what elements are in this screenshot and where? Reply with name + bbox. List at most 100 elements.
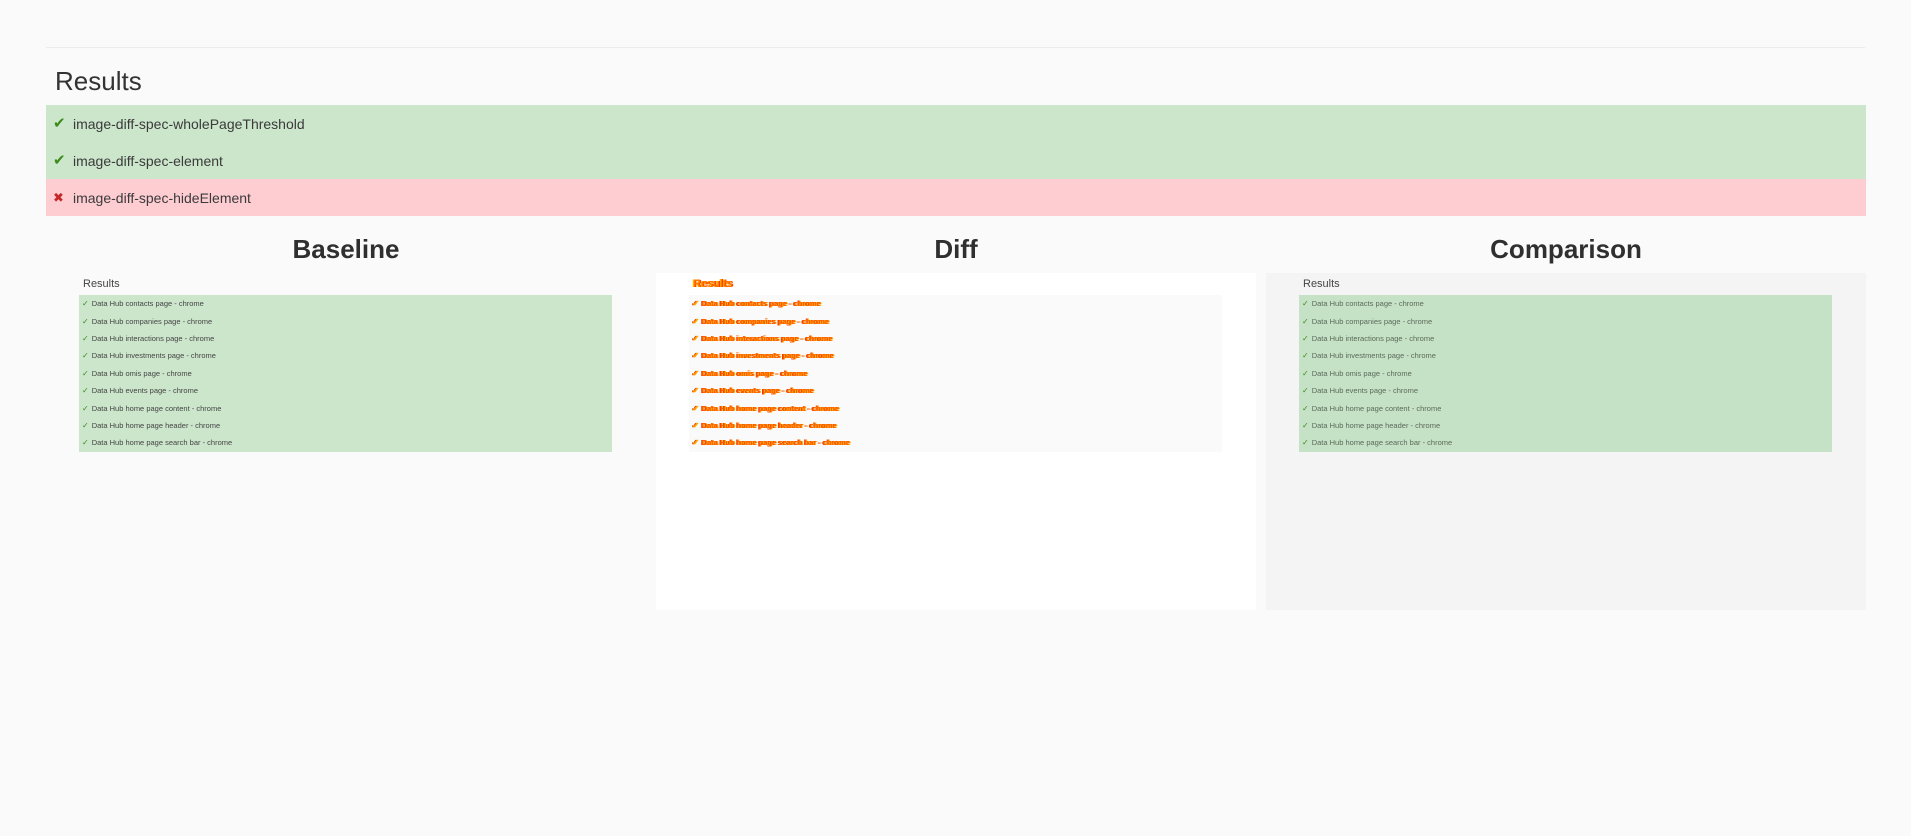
list-item-label: Data Hub companies page - chrome — [91, 316, 213, 326]
list-item: ✓ Data Hub home page header - chrome — [1299, 416, 1832, 435]
list-item: ✓ Data Hub omis page - chrome — [1299, 364, 1832, 382]
comparison-heading: Comparison — [1490, 234, 1642, 264]
check-icon: ✓ — [692, 316, 699, 326]
list-item: ✓ Data Hub contacts page - chrome — [79, 295, 612, 313]
snapshot-title: Results — [693, 278, 733, 290]
snapshot-title: Results — [83, 278, 120, 290]
list-item: ✓ Data Hub interactions page - chrome — [1299, 329, 1832, 348]
check-icon: ✓ — [82, 420, 89, 430]
top-divider — [46, 47, 1865, 48]
list-item: ✓ Data Hub events page - chrome — [689, 381, 1222, 400]
check-icon: ✓ — [692, 386, 699, 396]
result-label: image-diff-spec-element — [73, 152, 223, 169]
list-item: ✓ Data Hub home page content - chrome — [1299, 399, 1832, 417]
list-item: ✓ Data Hub home page header - chrome — [689, 416, 1222, 435]
check-icon: ✓ — [82, 333, 89, 343]
list-item-label: Data Hub home page search bar - chrome — [1311, 438, 1453, 448]
list-item: ✓ Data Hub home page content - chrome — [689, 399, 1222, 417]
check-icon: ✓ — [692, 299, 699, 309]
snapshot-list: ✓ Data Hub contacts page - chrome ✓ Data H… — [1299, 295, 1832, 452]
check-icon: ✓ — [82, 438, 89, 448]
diff-image[interactable]: Results ✓ Data Hub contacts page - chrome… — [656, 273, 1256, 610]
check-icon: ✔ — [53, 115, 66, 132]
cross-icon: ✖ — [53, 190, 64, 205]
list-item-label: Data Hub investments page - chrome — [91, 351, 216, 361]
results-list: ✔ image-diff-spec-wholePageThreshold ✔ i… — [46, 105, 1866, 216]
list-item: ✓ Data Hub contacts page - chrome — [689, 295, 1222, 313]
check-icon: ✓ — [692, 333, 699, 343]
check-icon: ✓ — [692, 403, 699, 413]
list-item-label: Data Hub contacts page - chrome — [701, 299, 821, 309]
result-label: image-diff-spec-hideElement — [73, 189, 251, 206]
list-item: ✓ Data Hub events page - chrome — [1299, 381, 1832, 400]
result-item-wholepagethreshold[interactable]: ✔ image-diff-spec-wholePageThreshold — [46, 105, 1866, 142]
check-icon: ✓ — [1302, 420, 1309, 430]
check-icon: ✓ — [82, 351, 89, 361]
check-icon: ✔ — [53, 152, 66, 169]
result-item-hideelement[interactable]: ✖ image-diff-spec-hideElement — [46, 179, 1866, 216]
list-item-label: Data Hub home page content - chrome — [701, 403, 840, 413]
list-item: ✓ Data Hub investments page - chrome — [689, 347, 1222, 365]
snapshot-list: ✓ Data Hub contacts page - chrome ✓ Data H… — [79, 295, 612, 452]
check-icon: ✓ — [1302, 403, 1309, 413]
list-item-label: Data Hub omis page - chrome — [91, 368, 192, 378]
check-icon: ✓ — [82, 403, 89, 413]
list-item-label: Data Hub home page search bar - chrome — [91, 438, 233, 448]
list-item-label: Data Hub home page header - chrome — [91, 420, 221, 430]
check-icon: ✓ — [82, 299, 89, 309]
comparison-image[interactable]: Results ✓ Data Hub contacts page - chrome… — [1266, 273, 1866, 610]
check-icon: ✓ — [692, 420, 699, 430]
list-item-label: Data Hub events page - chrome — [701, 386, 814, 396]
result-item-element[interactable]: ✔ image-diff-spec-element — [46, 142, 1866, 179]
check-icon: ✓ — [82, 316, 89, 326]
list-item: ✓ Data Hub companies page - chrome — [1299, 312, 1832, 330]
check-icon: ✓ — [1302, 386, 1309, 396]
list-item: ✓ Data Hub home page header - chrome — [79, 416, 612, 435]
diff-heading: Diff — [934, 234, 978, 264]
list-item: ✓ Data Hub home page search bar - chrome — [79, 434, 612, 452]
check-icon: ✓ — [1302, 299, 1309, 309]
check-icon: ✓ — [1302, 438, 1309, 448]
check-icon: ✓ — [692, 368, 699, 378]
snapshot-list: ✓ Data Hub contacts page - chrome ✓ Data H… — [689, 295, 1222, 452]
check-icon: ✓ — [692, 351, 699, 361]
list-item-label: Data Hub home page header - chrome — [1311, 420, 1441, 430]
list-item: ✓ Data Hub companies page - chrome — [689, 312, 1222, 330]
list-item-label: Data Hub omis page - chrome — [701, 368, 808, 378]
list-item-label: Data Hub home page header - chrome — [701, 420, 837, 430]
check-icon: ✓ — [692, 438, 699, 448]
baseline-image[interactable]: Results ✓ Data Hub contacts page - chrome… — [46, 273, 646, 610]
list-item: ✓ Data Hub investments page - chrome — [1299, 347, 1832, 365]
list-item-label: Data Hub home page content - chrome — [91, 403, 222, 413]
list-item-label: Data Hub investments page - chrome — [701, 351, 834, 361]
list-item-label: Data Hub events page - chrome — [91, 386, 199, 396]
list-item-label: Data Hub interactions page - chrome — [1311, 333, 1435, 343]
list-item: ✓ Data Hub investments page - chrome — [79, 347, 612, 365]
list-item: ✓ Data Hub companies page - chrome — [79, 312, 612, 330]
list-item: ✓ Data Hub home page search bar - chrome — [1299, 434, 1832, 452]
list-item-label: Data Hub home page content - chrome — [1311, 403, 1442, 413]
list-item: ✓ Data Hub home page search bar - chrome — [689, 434, 1222, 452]
check-icon: ✓ — [82, 386, 89, 396]
list-item-label: Data Hub companies page - chrome — [701, 316, 830, 326]
check-icon: ✓ — [1302, 333, 1309, 343]
list-item-label: Data Hub contacts page - chrome — [1311, 299, 1424, 309]
list-item-label: Data Hub home page search bar - chrome — [701, 438, 851, 448]
snapshot-title: Results — [1303, 278, 1340, 290]
list-item-label: Data Hub interactions page - chrome — [91, 333, 215, 343]
check-icon: ✓ — [1302, 316, 1309, 326]
list-item-label: Data Hub companies page - chrome — [1311, 316, 1433, 326]
check-icon: ✓ — [1302, 368, 1309, 378]
list-item: ✓ Data Hub home page content - chrome — [79, 399, 612, 417]
list-item-label: Data Hub contacts page - chrome — [91, 299, 204, 309]
baseline-heading: Baseline — [292, 234, 400, 264]
check-icon: ✓ — [1302, 351, 1309, 361]
page-title: Results — [55, 66, 142, 96]
result-label: image-diff-spec-wholePageThreshold — [73, 115, 305, 132]
list-item-label: Data Hub investments page - chrome — [1311, 351, 1436, 361]
list-item: ✓ Data Hub interactions page - chrome — [79, 329, 612, 348]
list-item-label: Data Hub interactions page - chrome — [701, 333, 833, 343]
list-item: ✓ Data Hub events page - chrome — [79, 381, 612, 400]
list-item-label: Data Hub omis page - chrome — [1311, 368, 1412, 378]
list-item: ✓ Data Hub interactions page - chrome — [689, 329, 1222, 348]
